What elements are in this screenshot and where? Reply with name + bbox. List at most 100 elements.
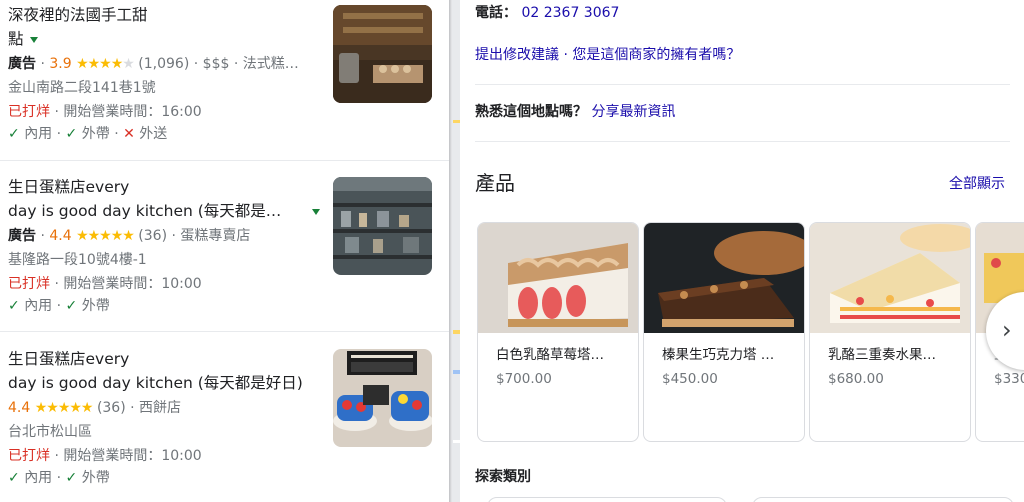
service-dine-in: 內用: [24, 470, 53, 486]
listing-title[interactable]: 生日蛋糕店every day is good day kitchen (每天都是…: [8, 175, 328, 223]
dot-separator: ·: [56, 298, 62, 314]
star-rating-icon: ★★★★★: [76, 56, 135, 72]
listing-title[interactable]: 生日蛋糕店every day is good day kitchen (每天都是…: [8, 347, 328, 395]
dot-separator: ·: [130, 400, 135, 416]
product-image: [644, 223, 804, 333]
category-chip[interactable]: [487, 497, 727, 502]
service-dine-in: 內用: [24, 298, 53, 314]
products-title: 產品: [475, 171, 515, 195]
listing-photo[interactable]: [333, 5, 432, 103]
dot-separator: ·: [54, 448, 59, 464]
opening-hours: 開始營業時間：10:00: [63, 276, 202, 292]
list-item[interactable]: 深夜裡的法國手工甜 點 廣告 · 3.9 ★★★★★ (1,096) · $$$…: [0, 0, 449, 160]
dot-separator: ·: [54, 276, 59, 292]
divider: [475, 141, 1010, 142]
dot-separator: ·: [171, 228, 176, 244]
ad-label: 廣告: [8, 56, 36, 72]
product-price: $330: [994, 371, 1024, 387]
know-place-question: 熟悉這個地點嗎？: [475, 104, 587, 120]
title-line-2: 點: [8, 30, 24, 48]
listing-photo[interactable]: [333, 349, 432, 447]
dot-separator: ·: [56, 126, 62, 142]
address: 台北市松山區: [8, 424, 92, 440]
see-all-link[interactable]: 全部顯示: [949, 173, 1005, 193]
product-price: $680.00: [828, 371, 884, 387]
rating-value: 4.4: [8, 400, 31, 416]
phone-label: 電話：: [475, 5, 517, 21]
edit-row: 提出修改建議 · 您是這個商家的擁有者嗎？: [475, 45, 740, 65]
dot-separator: ·: [56, 470, 62, 486]
list-item[interactable]: 生日蛋糕店every day is good day kitchen (每天都是…: [0, 332, 449, 502]
check-icon: ✓: [65, 470, 78, 486]
review-count: (36): [138, 228, 168, 244]
services-row: ✓ 內用 · ✓ 外帶 · ✕ 外送: [8, 124, 167, 144]
dot-separator: ·: [40, 56, 45, 72]
suggest-edit-link[interactable]: 提出修改建議: [475, 47, 559, 63]
map-edge[interactable]: [449, 0, 460, 502]
know-place-row: 熟悉這個地點嗎？ 分享最新資訊: [475, 102, 675, 122]
services-row: ✓ 內用 · ✓ 外帶: [8, 296, 110, 316]
category: 法式糕…: [242, 56, 299, 72]
results-list: 深夜裡的法國手工甜 點 廣告 · 3.9 ★★★★★ (1,096) · $$$…: [0, 0, 449, 502]
listing-meta: 廣告 · 4.4 ★★★★★ (36) · 蛋糕專賣店: [8, 226, 250, 246]
category: 蛋糕專賣店: [180, 228, 251, 244]
cross-icon: ✕: [123, 126, 135, 142]
dot-separator: ·: [233, 56, 239, 72]
address: 金山南路二段141巷1號: [8, 80, 156, 96]
product-name: 乳酪三重奏水果…: [828, 347, 936, 363]
status-closed: 已打烊: [8, 448, 50, 464]
product-card[interactable]: 白色乳酪草莓塔… $700.00: [477, 222, 639, 442]
product-price: $700.00: [496, 371, 552, 387]
check-icon: ✓: [65, 298, 78, 314]
product-name: 白色乳酪草莓塔…: [496, 347, 604, 363]
service-takeout: 外帶: [81, 126, 110, 142]
dot-separator: ·: [114, 126, 119, 142]
product-image: [478, 223, 638, 333]
check-icon: ✓: [8, 298, 20, 314]
opening-hours: 開始營業時間：16:00: [63, 104, 202, 120]
check-icon: ✓: [65, 126, 78, 142]
share-update-link[interactable]: 分享最新資訊: [591, 104, 675, 120]
product-name: 榛果生巧克力塔 …: [662, 347, 775, 363]
check-icon: ✓: [8, 470, 20, 486]
status-closed: 已打烊: [8, 104, 50, 120]
price-level: $$$: [202, 56, 230, 72]
list-item[interactable]: 生日蛋糕店every day is good day kitchen (每天都是…: [0, 161, 449, 331]
service-takeout: 外帶: [81, 470, 110, 486]
services-row: ✓ 內用 · ✓ 外帶: [8, 468, 110, 488]
address: 基隆路一段10號4樓-1: [8, 252, 147, 268]
review-count: (36): [96, 400, 126, 416]
product-card[interactable]: 榛果生巧克力塔 … $450.00: [643, 222, 805, 442]
category-chip[interactable]: [752, 497, 1014, 502]
dot-separator: ·: [563, 47, 568, 63]
owner-claim-link[interactable]: 您是這個商家的擁有者嗎？: [572, 47, 740, 63]
dot-separator: ·: [193, 56, 199, 72]
dot-separator: ·: [54, 104, 59, 120]
category: 西餅店: [139, 400, 182, 416]
service-delivery: 外送: [139, 126, 168, 142]
product-price: $450.00: [662, 371, 718, 387]
listing-meta: 4.4 ★★★★★ (36) · 西餅店: [8, 398, 181, 418]
product-image: [810, 223, 970, 333]
dot-separator: ·: [40, 228, 45, 244]
review-count: (1,096): [138, 56, 190, 72]
ad-info-caret-icon[interactable]: [29, 36, 38, 43]
ad-label: 廣告: [8, 228, 36, 244]
ad-info-caret-icon[interactable]: [312, 209, 320, 215]
listing-photo[interactable]: [333, 177, 432, 275]
hours-row: 已打烊 · 開始營業時間：10:00: [8, 274, 202, 294]
service-takeout: 外帶: [81, 298, 110, 314]
rating-value: 3.9: [49, 56, 72, 72]
phone-number-link[interactable]: 02 2367 3067: [521, 5, 619, 21]
listing-title[interactable]: 深夜裡的法國手工甜 點: [8, 3, 328, 51]
service-dine-in: 內用: [24, 126, 53, 142]
product-card[interactable]: 乳酪三重奏水果… $680.00: [809, 222, 971, 442]
star-rating-icon: ★★★★★: [76, 228, 135, 244]
status-closed: 已打烊: [8, 276, 50, 292]
star-rating-icon: ★★★★★: [34, 400, 94, 416]
listing-meta: 廣告 · 3.9 ★★★★★ (1,096) · $$$ · 法式糕…: [8, 54, 299, 74]
hours-row: 已打烊 · 開始營業時間：10:00: [8, 446, 202, 466]
phone-row: 電話： 02 2367 3067: [475, 3, 619, 23]
explore-categories-title: 探索類別: [475, 469, 531, 485]
check-icon: ✓: [8, 126, 20, 142]
